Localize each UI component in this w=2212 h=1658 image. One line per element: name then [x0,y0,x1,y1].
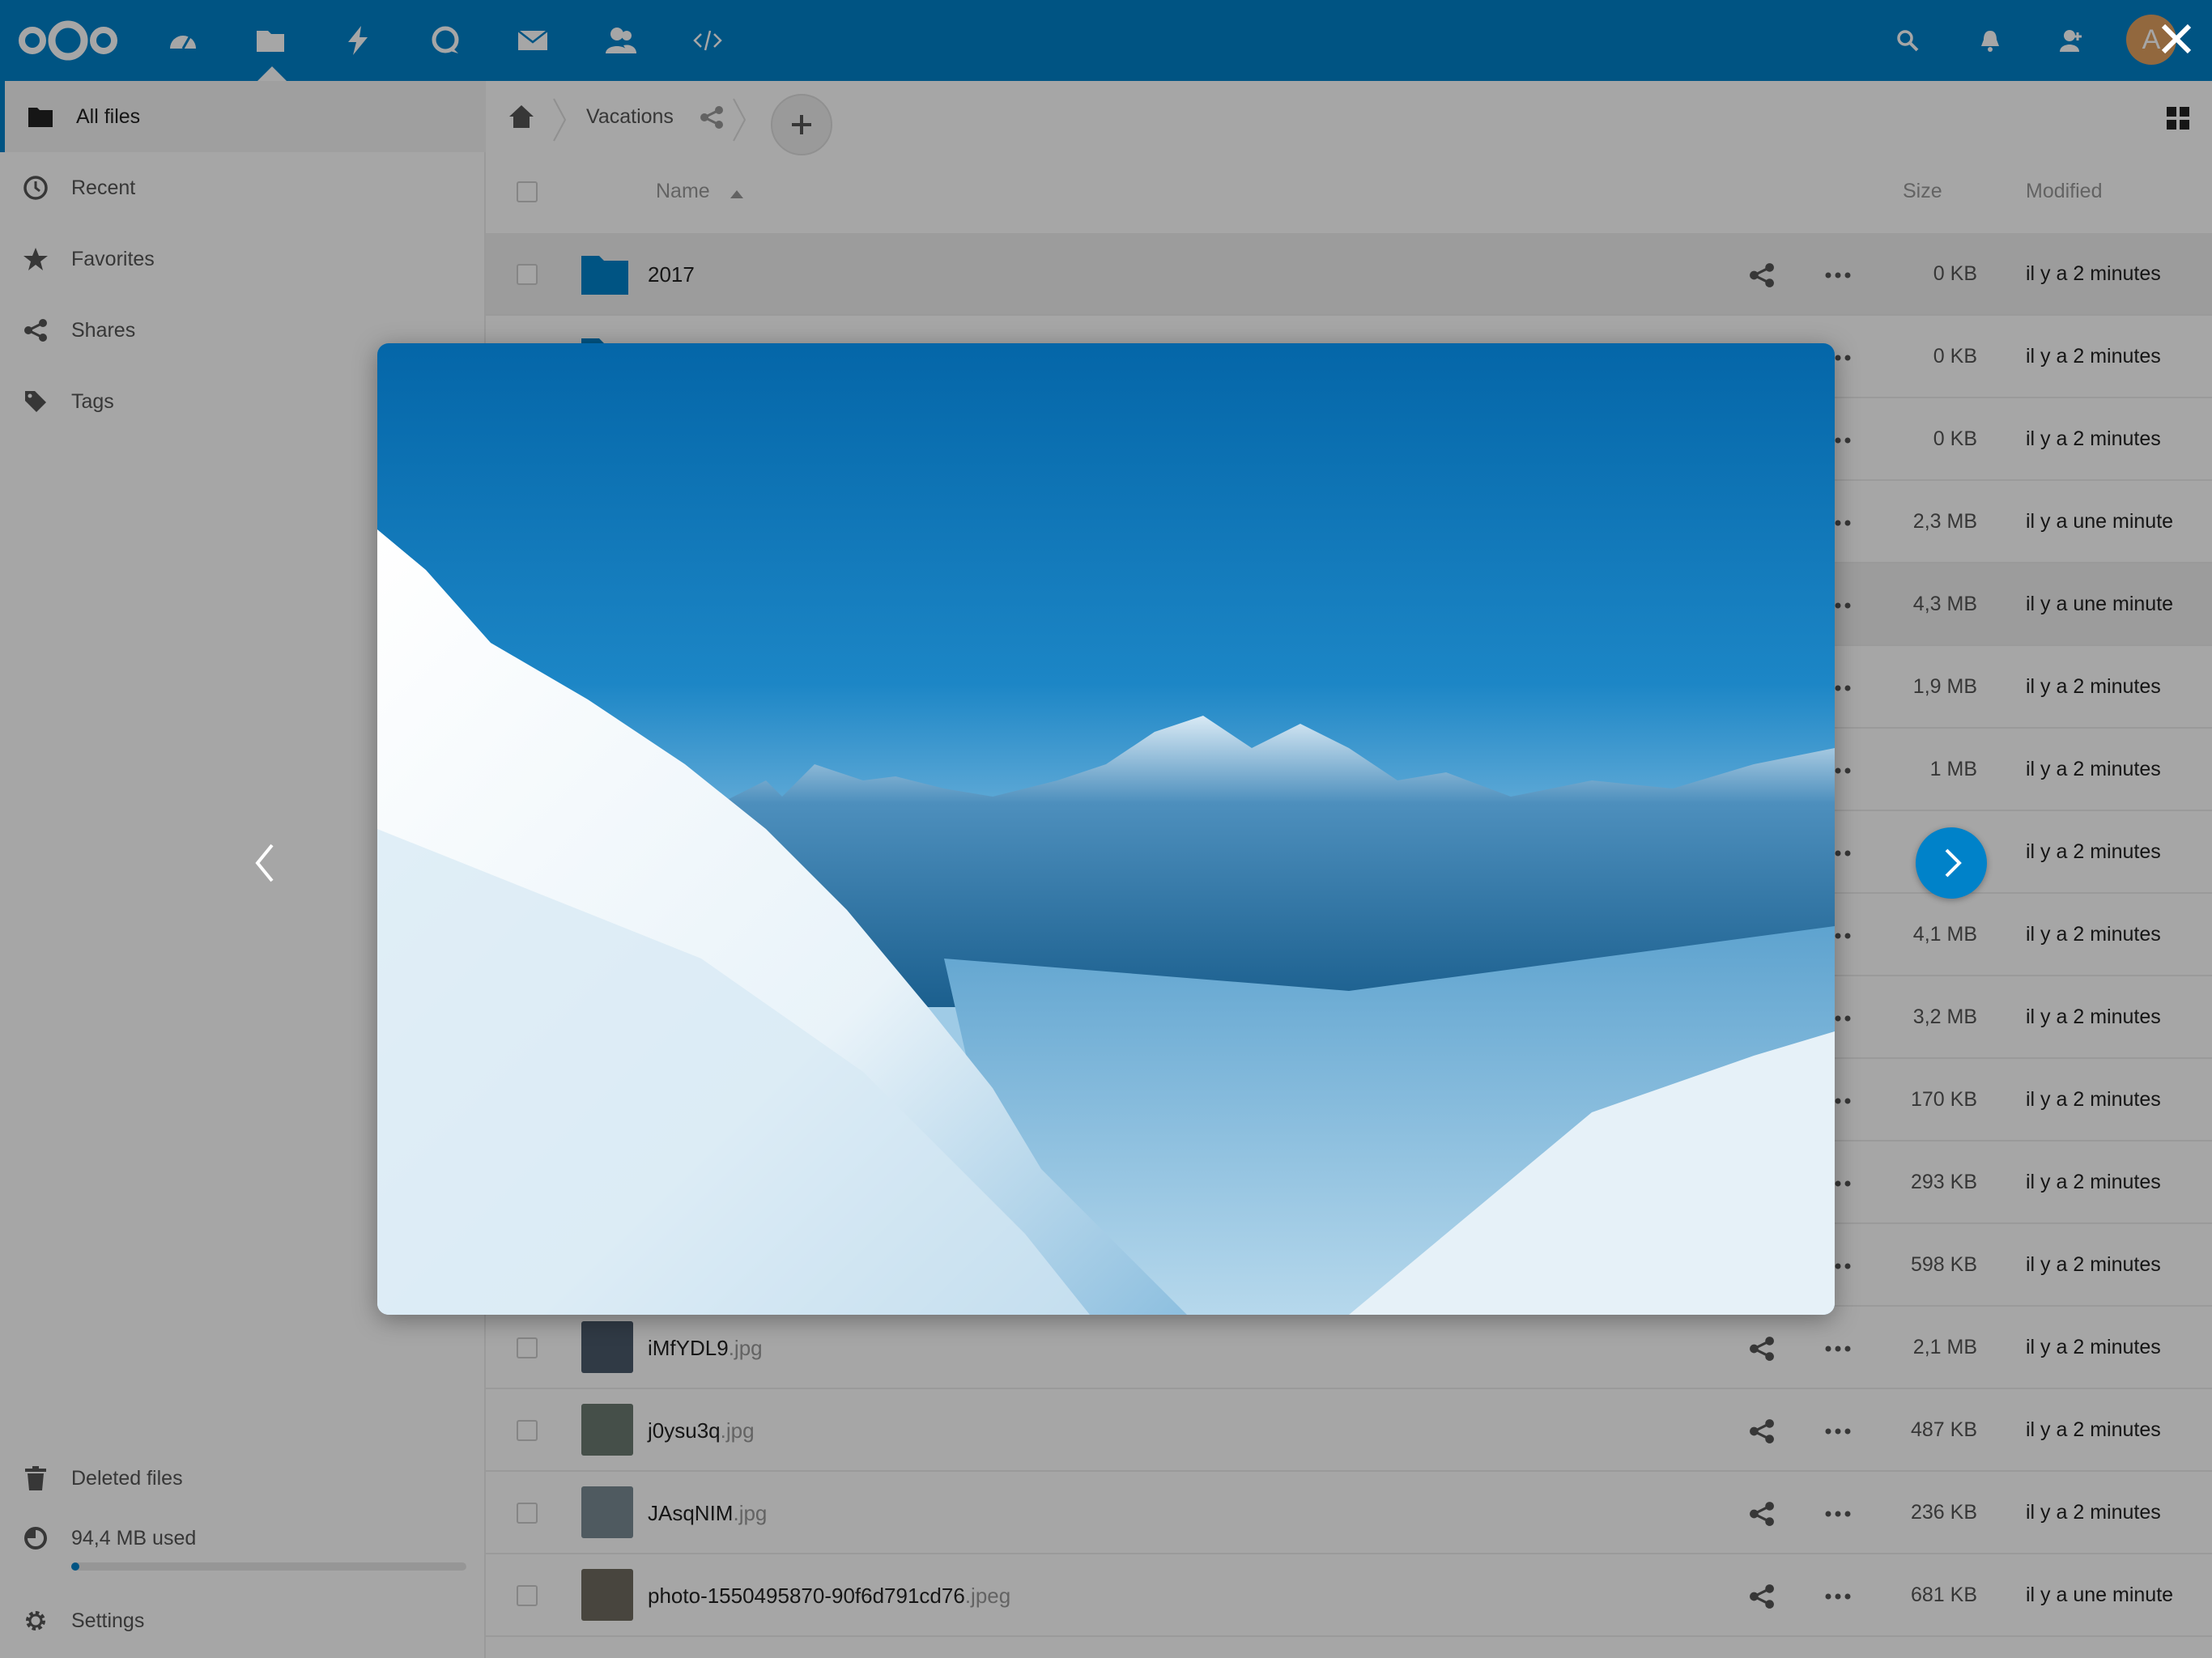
chevron-right-icon [1945,848,1962,878]
close-viewer-button[interactable] [2154,16,2199,62]
viewer-image [377,343,1835,1315]
previous-image-button[interactable] [243,839,288,887]
chevron-left-icon [255,844,274,882]
close-icon [2161,23,2192,54]
next-image-button[interactable] [1916,827,1987,899]
image-viewer-overlay [0,0,2212,1658]
